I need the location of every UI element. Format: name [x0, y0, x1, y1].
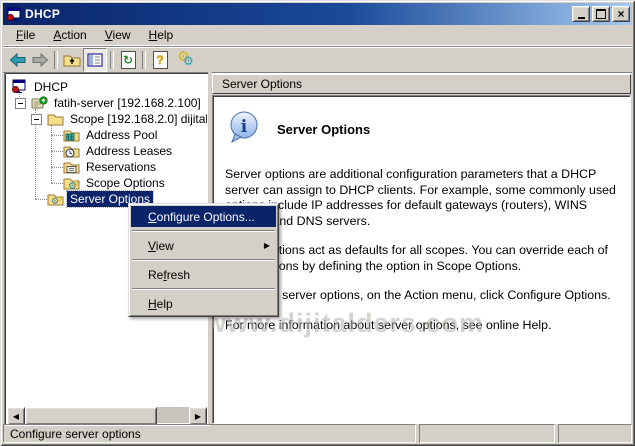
menu-help[interactable]: Help [140, 26, 183, 44]
menu-view[interactable]: View [96, 26, 140, 44]
show-console-tree-button[interactable] [83, 48, 107, 72]
gears-icon: ⚙ ⚙ [176, 50, 196, 70]
tree-item-address-pool[interactable]: Address Pool [63, 127, 160, 143]
dhcp-app-icon [6, 6, 22, 22]
menu-action[interactable]: Action [44, 26, 95, 44]
dhcp-server-icon [31, 95, 48, 111]
show-console-tree-icon [87, 53, 103, 67]
window-title: DHCP [25, 7, 570, 21]
svg-text:i: i [241, 117, 248, 137]
tree-item-scope[interactable]: Scope [192.168.2.0] dijitald [47, 111, 207, 127]
status-bar: Configure server options [3, 422, 632, 443]
forward-icon [31, 53, 49, 67]
dhcp-console-window: DHCP × File Action View Help [0, 0, 635, 446]
help-button[interactable]: ? [149, 49, 171, 71]
back-icon [9, 53, 27, 67]
address-pool-icon [63, 127, 80, 143]
minimize-button[interactable] [572, 6, 590, 22]
paragraph: To set the server options, on the Action… [225, 288, 625, 304]
scope-options-icon: ⚙ ⚙ [63, 175, 80, 191]
paragraph: Server options are additional configurat… [225, 167, 625, 229]
right-pane-header: Server Options [212, 74, 631, 94]
status-panel [558, 424, 632, 443]
maximize-button[interactable] [592, 6, 610, 22]
toolbar-separator [110, 51, 114, 69]
back-button[interactable] [7, 49, 29, 71]
paragraph: Server options act as defaults for all s… [225, 243, 625, 274]
help-icon: ? [153, 51, 168, 69]
content-heading: Server Options [277, 122, 370, 137]
status-panel [419, 424, 555, 443]
menu-item-refresh[interactable]: Refresh [131, 264, 276, 285]
menu-bar: File Action View Help [3, 25, 632, 46]
refresh-icon: ↻ [121, 51, 136, 69]
tree-item-server[interactable]: fatih-server [192.168.2.100] [31, 95, 204, 111]
menu-item-view[interactable]: View ▶ [131, 235, 276, 256]
menu-item-help[interactable]: Help [131, 293, 276, 314]
close-button[interactable]: × [612, 6, 630, 22]
scrollbar-track[interactable] [157, 407, 189, 423]
menu-file[interactable]: File [7, 26, 44, 44]
expander-minus[interactable] [31, 114, 42, 125]
menu-separator [132, 230, 275, 232]
tree-horizontal-scrollbar[interactable]: ◀ ▶ [7, 407, 207, 423]
refresh-button[interactable]: ↻ [117, 49, 139, 71]
up-one-level-button[interactable] [61, 49, 83, 71]
status-text: Configure server options [10, 427, 141, 441]
toolbar-separator [54, 51, 58, 69]
svg-text:⚙: ⚙ [72, 179, 79, 188]
reservations-icon [63, 159, 80, 175]
submenu-arrow-icon: ▶ [264, 241, 270, 250]
configure-gears-button[interactable]: ⚙ ⚙ [175, 49, 197, 71]
right-pane-title: Server Options [222, 77, 302, 91]
tree-item-address-leases[interactable]: Address Leases [63, 143, 175, 159]
up-one-level-icon [63, 52, 81, 68]
tree-item-dhcp-root[interactable]: DHCP [11, 79, 71, 95]
toolbar: ↻ ? ⚙ ⚙ [3, 46, 632, 73]
title-bar[interactable]: DHCP × [3, 3, 632, 25]
address-leases-icon [63, 143, 80, 159]
menu-separator [132, 259, 275, 261]
forward-button[interactable] [29, 49, 51, 71]
tree-item-scope-options[interactable]: ⚙ ⚙ Scope Options [63, 175, 168, 191]
dhcp-console-icon [11, 79, 28, 95]
server-options-icon: ⚙ ⚙ [47, 191, 64, 207]
tree-item-reservations[interactable]: Reservations [63, 159, 159, 175]
scope-folder-icon [47, 111, 64, 127]
svg-text:⚙: ⚙ [56, 195, 62, 203]
status-message-panel: Configure server options [3, 424, 416, 443]
info-icon: i [227, 110, 261, 149]
context-menu: Configure Options... View ▶ Refresh Help [128, 203, 279, 317]
menu-separator [132, 288, 275, 290]
menu-item-configure-options[interactable]: Configure Options... [131, 206, 276, 227]
expander-minus[interactable] [15, 98, 26, 109]
toolbar-separator [142, 51, 146, 69]
